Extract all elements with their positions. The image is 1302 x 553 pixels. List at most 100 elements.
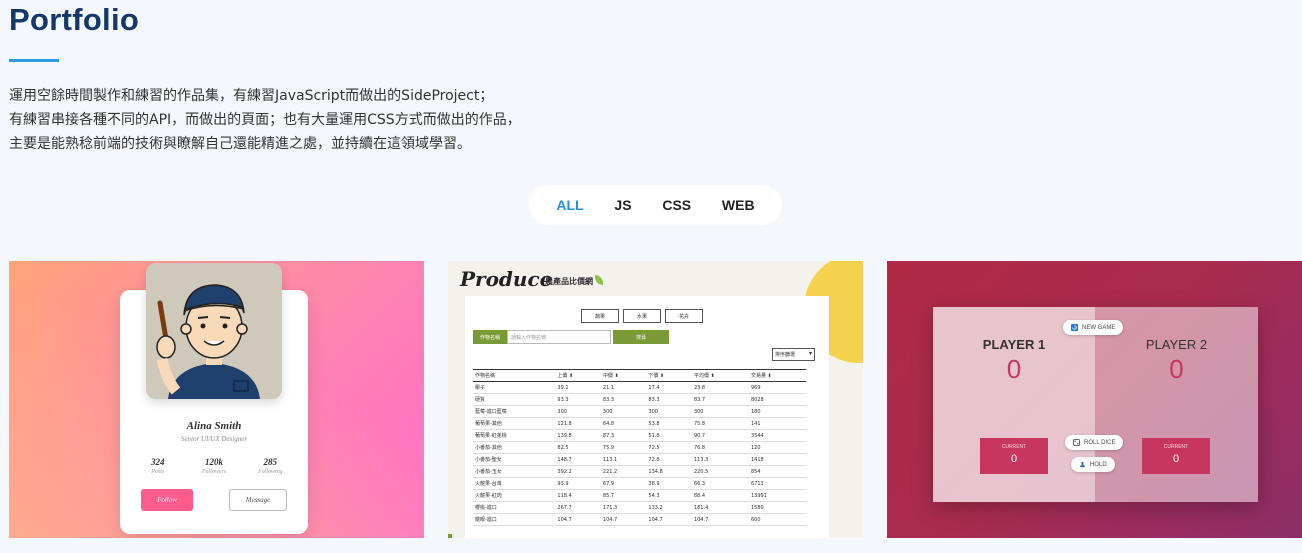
table-row: 櫻桃-進口 267.7 171.3 133.2 181.4 1580: [473, 501, 806, 514]
table-row: 火龍果-台灣 93.9 67.9 38.9 66.3 6713: [473, 477, 806, 490]
table-cell: 椰子: [473, 381, 556, 394]
table-row: 小番茄-聖女 148.7 113.1 72.8 113.3 1418: [473, 453, 806, 466]
new-game-icon: [1071, 324, 1078, 331]
search-button[interactable]: 搜尋: [613, 330, 669, 344]
table-cell: 64.8: [600, 417, 647, 430]
table-cell: 300: [555, 405, 601, 418]
table-cell: 83.7: [691, 393, 749, 406]
table-cell: 88.4: [691, 489, 749, 502]
table-cell: 硬質: [473, 393, 556, 406]
table-cell: 220.5: [691, 465, 749, 478]
filter-web-button[interactable]: WEB: [716, 193, 761, 217]
table-cell: 葡萄果-其他: [473, 417, 556, 430]
table-cell: 118.4: [555, 489, 601, 502]
col-header[interactable]: 中價 ⬍: [600, 369, 647, 382]
game-board: PLAYER 1 0 CURRENT 0 PLAYER 2 0 CURRENT …: [933, 307, 1258, 502]
filter-js-button[interactable]: JS: [608, 193, 637, 217]
tab-vegetables[interactable]: 蔬果: [581, 309, 619, 323]
col-header[interactable]: 平均價 ⬍: [691, 369, 749, 382]
table-row: 小番茄-玉女 392.2 221.2 134.8 220.5 854: [473, 465, 806, 478]
player-name: PLAYER 1: [982, 337, 1046, 352]
col-header[interactable]: 下價 ⬍: [646, 369, 692, 382]
player-1-panel: PLAYER 1 0 CURRENT 0: [933, 307, 1095, 502]
table-cell: 141: [748, 417, 806, 430]
table-cell: 75.8: [691, 417, 749, 430]
stat-label: Posts: [151, 469, 165, 475]
table-cell: 104.7: [691, 513, 749, 526]
hold-icon: [1079, 461, 1086, 468]
current-label: CURRENT: [1163, 444, 1189, 450]
table-cell: 104.7: [646, 513, 692, 526]
profile-stats: 324 Posts 120k Followers 285 Following: [130, 457, 298, 475]
search-label: 作物名稱: [473, 330, 507, 344]
table-cell: 小番茄-其他: [473, 441, 556, 454]
table-cell: 121.8: [555, 417, 601, 430]
portfolio-filter: ALL JS CSS WEB: [529, 185, 782, 225]
table-cell: 139.8: [555, 429, 601, 442]
produce-panel: 蔬果 水果 花卉 作物名稱 請輸入作物名稱 搜尋 排序篩選 作物名稱 上價 ⬍ …: [465, 296, 829, 538]
tab-fruits[interactable]: 水果: [623, 309, 661, 323]
follow-button[interactable]: Follow: [141, 489, 193, 511]
table-cell: 221.2: [600, 465, 647, 478]
table-cell: 龍眼-進口: [473, 513, 556, 526]
table-cell: 櫻桃-進口: [473, 501, 556, 514]
profile-name: Alina Smith: [186, 420, 242, 432]
table-cell: 854: [748, 465, 806, 478]
table-cell: 300: [600, 405, 647, 418]
current-score-box: CURRENT 0: [1142, 438, 1210, 474]
avatar-illustration: [146, 263, 282, 399]
table-cell: 13991: [748, 489, 806, 502]
table-header-row: 作物名稱 上價 ⬍ 中價 ⬍ 下價 ⬍ 平均價 ⬍ 交易量 ⬍: [473, 369, 806, 382]
table-cell: 113.3: [691, 453, 749, 466]
table-cell: 133.2: [646, 501, 692, 514]
table-cell: 87.3: [600, 429, 647, 442]
filter-css-button[interactable]: CSS: [656, 193, 697, 217]
table-cell: 75.9: [600, 441, 647, 454]
table-cell: 171.3: [600, 501, 647, 514]
current-label: CURRENT: [1001, 444, 1027, 450]
current-value: 0: [1172, 453, 1180, 465]
message-button[interactable]: Message: [229, 489, 287, 511]
category-tabs: 蔬果 水果 花卉: [581, 309, 703, 323]
filter-all-button[interactable]: ALL: [550, 193, 589, 217]
col-header[interactable]: 作物名稱: [473, 369, 556, 382]
roll-dice-button[interactable]: ROLL DICE: [1065, 435, 1124, 450]
table-cell: 120: [748, 441, 806, 454]
title-underline: [9, 59, 59, 62]
hold-label: HOLD: [1090, 461, 1107, 468]
col-header[interactable]: 交易量 ⬍: [748, 369, 806, 382]
stat-posts: 324 Posts: [130, 457, 185, 475]
produce-subtitle: 農產品比價網: [545, 277, 593, 286]
table-cell: 113.1: [600, 453, 647, 466]
stat-label: Followers: [201, 469, 227, 475]
table-row: 藍莓-進口藍莓 300 300 300 300 180: [473, 405, 806, 418]
page-title: Portfolio: [9, 2, 140, 37]
table-cell: 17.4: [646, 381, 692, 394]
col-header[interactable]: 上價 ⬍: [555, 369, 601, 382]
table-cell: 6713: [748, 477, 806, 490]
player-name: PLAYER 2: [1145, 337, 1208, 352]
sort-select[interactable]: 排序篩選: [772, 348, 815, 361]
table-cell: 134.8: [646, 465, 692, 478]
table-row: 葡萄果-其他 121.8 64.8 53.8 75.8 141: [473, 417, 806, 430]
table-cell: 火龍果-紅肉: [473, 489, 556, 502]
search-input[interactable]: 請輸入作物名稱: [507, 330, 611, 344]
portfolio-card-dice-game[interactable]: PLAYER 1 0 CURRENT 0 PLAYER 2 0 CURRENT …: [887, 261, 1302, 538]
stat-value: 324: [150, 457, 165, 467]
dice-icon: [1073, 439, 1080, 446]
stat-following: 285 Following: [243, 457, 298, 475]
table-cell: 3544: [748, 429, 806, 442]
tab-flowers[interactable]: 花卉: [665, 309, 703, 323]
player-2-panel: PLAYER 2 0 CURRENT 0: [1095, 307, 1258, 502]
avatar: [146, 263, 282, 399]
table-cell: 72.5: [646, 441, 692, 454]
hold-button[interactable]: HOLD: [1071, 457, 1115, 472]
portfolio-card-profile[interactable]: Alina Smith Senior UI/UX Designer 324 Po…: [9, 261, 424, 538]
table-cell: 38.9: [646, 477, 692, 490]
new-game-button[interactable]: NEW GAME: [1063, 320, 1124, 335]
table-cell: 藍莓-進口藍莓: [473, 405, 556, 418]
table-cell: 54.3: [646, 489, 692, 502]
table-cell: 火龍果-台灣: [473, 477, 556, 490]
decorative-corner: [448, 534, 452, 538]
portfolio-card-produce[interactable]: Produce 農產品比價網 蔬果 水果 花卉 作物名稱 請輸入作物名稱 搜尋 …: [448, 261, 863, 538]
